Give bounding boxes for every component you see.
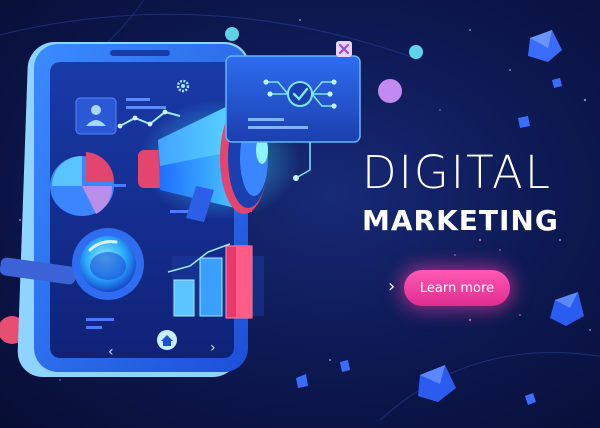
cta: › Learn more <box>388 268 568 310</box>
crystal-decoration <box>296 374 308 388</box>
user-profile-icon <box>75 97 117 135</box>
chevron-right-icon: › <box>210 340 216 356</box>
headline-line-1: DIGITAL <box>362 146 552 199</box>
crystal-decoration <box>552 78 562 88</box>
chevron-left-icon: ‹ <box>108 344 114 360</box>
home-icon <box>157 330 177 350</box>
crystal-decoration <box>418 365 456 402</box>
crystal-decoration <box>528 30 562 62</box>
crystal-decoration <box>340 360 350 372</box>
crystal-decoration <box>525 393 536 405</box>
sphere-decoration <box>225 27 239 41</box>
sphere-decoration <box>409 45 423 59</box>
learn-more-button[interactable]: Learn more <box>404 270 510 306</box>
chevron-right-icon: › <box>388 276 396 297</box>
headline: DIGITAL MARKETING <box>362 148 582 238</box>
sphere-decoration <box>378 79 402 103</box>
close-icon <box>336 41 352 57</box>
crystal-decoration <box>518 116 530 128</box>
headline-line-2: MARKETING <box>362 204 559 237</box>
